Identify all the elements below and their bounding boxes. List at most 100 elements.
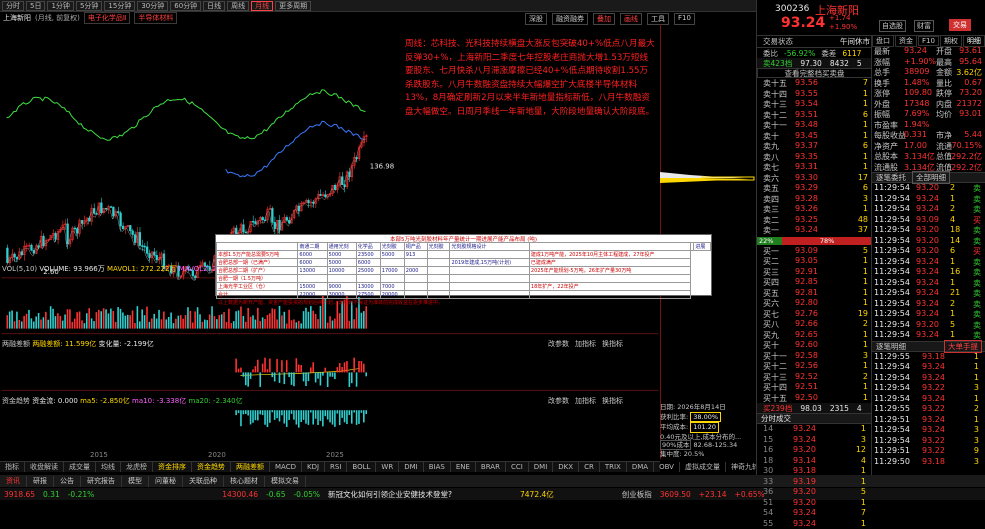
indicator-tab[interactable]: BIAS	[424, 462, 451, 472]
indicator-tab[interactable]: 资金趋势	[192, 462, 231, 472]
indicator-tab[interactable]: CR	[579, 462, 600, 472]
stats-tab[interactable]: F10	[918, 36, 939, 46]
period-button[interactable]: 60分钟	[170, 1, 201, 11]
wealth-button[interactable]: 财富	[914, 20, 934, 32]
big-trade-price: 93.24	[922, 425, 945, 434]
indicator-tab[interactable]: 两融差额	[231, 462, 270, 472]
trade-button[interactable]: 交易	[949, 19, 971, 31]
indicator-tab[interactable]: 收盘解读	[25, 462, 64, 472]
indicator-tab[interactable]: RSI	[325, 462, 347, 472]
big-trade-row: 11:29:5193.229	[872, 446, 985, 457]
indicator-tab[interactable]: TRIX	[600, 462, 627, 472]
volume-bar	[245, 322, 247, 329]
trade-volume: 3	[861, 435, 866, 444]
margin-swap-button[interactable]: 换指标	[602, 339, 623, 349]
indicator-tab[interactable]: DMI	[399, 462, 424, 472]
big-trade-price: 93.22	[922, 404, 945, 413]
orderbook-row: 买十四92.511	[757, 382, 872, 393]
margin-add-button[interactable]: 加指标	[575, 339, 596, 349]
news-headline[interactable]: 新冠文化如何引领企业安健技术登堂?	[328, 489, 452, 500]
indicator-tab[interactable]: MACD	[270, 462, 302, 472]
big-trade-volume: 1	[974, 373, 979, 382]
volume-bar	[122, 312, 124, 328]
indicator-tab[interactable]: ENE	[451, 462, 476, 472]
period-button[interactable]: 月线	[251, 1, 273, 11]
table-cell	[427, 259, 450, 267]
time-trade-row: 1593.243	[757, 435, 872, 446]
volume-bar	[33, 322, 35, 329]
period-button[interactable]: 分时	[2, 1, 24, 11]
candle-body	[74, 228, 76, 229]
margin-bar	[339, 363, 341, 372]
indicator-tab[interactable]: DMI	[529, 462, 554, 472]
period-button[interactable]: 更多周期	[275, 1, 311, 11]
table-header-cell: 通用光刻	[327, 243, 356, 251]
period-button[interactable]: 周线	[227, 1, 249, 11]
period-button[interactable]: 15分钟	[104, 1, 135, 11]
info-tab[interactable]: 研究报告	[81, 476, 122, 487]
indicator-tab[interactable]: 虚拟成交量	[680, 462, 726, 472]
indicator-tab[interactable]: 均线	[96, 462, 121, 472]
period-button[interactable]: 日线	[203, 1, 225, 11]
margin-param-button[interactable]: 改参数	[548, 339, 569, 349]
candle-body	[122, 226, 124, 229]
indicator-tab[interactable]: 指标	[0, 462, 25, 472]
trade-time: 11:29:54	[874, 320, 910, 329]
candle-body	[43, 236, 45, 246]
stat-key2: 内盘	[936, 99, 952, 110]
indicator-tab[interactable]: OBV	[654, 462, 680, 472]
full-book-link[interactable]: 查看完整档买卖盘	[757, 68, 872, 78]
info-tab[interactable]: 模拟交易	[265, 476, 306, 487]
fund-add-button[interactable]: 加指标	[575, 396, 596, 406]
volume-bar	[240, 307, 242, 329]
margin-bar	[284, 372, 286, 384]
trade-side: 卖	[973, 278, 981, 289]
trade-volume: 1	[950, 309, 955, 318]
trade-time: 11:29:54	[874, 204, 910, 213]
volume-bar	[226, 322, 228, 329]
indicator-tab[interactable]: KDJ	[302, 462, 325, 472]
indicator-tab[interactable]: 资金排序	[153, 462, 192, 472]
period-button[interactable]: 5分钟	[76, 1, 102, 11]
index3-value: 3609.50	[660, 490, 691, 499]
period-button[interactable]: 30分钟	[137, 1, 168, 11]
indicator-tab[interactable]: BOLL	[347, 462, 376, 472]
chip-mode[interactable]: 90%成本	[660, 440, 691, 450]
fund-swap-button[interactable]: 换指标	[602, 396, 623, 406]
sector-tab-semiconductor[interactable]: 半导体材料	[134, 12, 177, 24]
stat-value2: 292.2亿	[951, 162, 982, 173]
info-tab[interactable]: 问董秘	[149, 476, 183, 487]
indicator-tab[interactable]: 成交量	[64, 462, 96, 472]
table-cell: 6000	[356, 259, 380, 267]
info-tab[interactable]: 模型	[122, 476, 149, 487]
fund-param-button[interactable]: 改参数	[548, 396, 569, 406]
table-cell: 合肥总部一期（已满产）	[217, 259, 298, 267]
tool-f10[interactable]: F10	[674, 13, 695, 25]
orderbook-volume: 6	[863, 183, 868, 192]
trade-row: 11:29:5493.202卖	[872, 183, 985, 194]
period-button[interactable]: 1分钟	[47, 1, 73, 11]
info-tab[interactable]: 核心题材	[224, 476, 265, 487]
indicator-tab[interactable]: DKX	[553, 462, 579, 472]
indicator-tab[interactable]: WR	[376, 462, 399, 472]
indicator-tab[interactable]: 龙虎榜	[121, 462, 153, 472]
add-watchlist-button[interactable]: 自选股	[879, 20, 906, 32]
info-tab[interactable]: 公告	[54, 476, 81, 487]
indicator-tab[interactable]: BRAR	[476, 462, 506, 472]
sector-tab-chemicals[interactable]: 电子化学品Ⅱ	[84, 12, 130, 24]
indicator-tab[interactable]: DMA	[627, 462, 654, 472]
volume-bar	[35, 316, 37, 328]
period-button[interactable]: 5日	[26, 1, 45, 11]
info-tab[interactable]: 关联品种	[183, 476, 224, 487]
stat-key: 总股本	[874, 151, 898, 162]
big-trade-price: 93.24	[922, 394, 945, 403]
margin-bar	[252, 369, 254, 372]
volume-bar	[192, 323, 194, 329]
stat-key2: 流通	[936, 141, 952, 152]
indicator-tab[interactable]: CCI	[506, 462, 529, 472]
orderbook-row: 买十92.601	[757, 340, 872, 351]
big-trade-row: 11:29:5493.223	[872, 436, 985, 447]
info-tab[interactable]: 研报	[27, 476, 54, 487]
fund-bar	[324, 410, 326, 416]
info-tab[interactable]: 资讯	[0, 476, 27, 487]
